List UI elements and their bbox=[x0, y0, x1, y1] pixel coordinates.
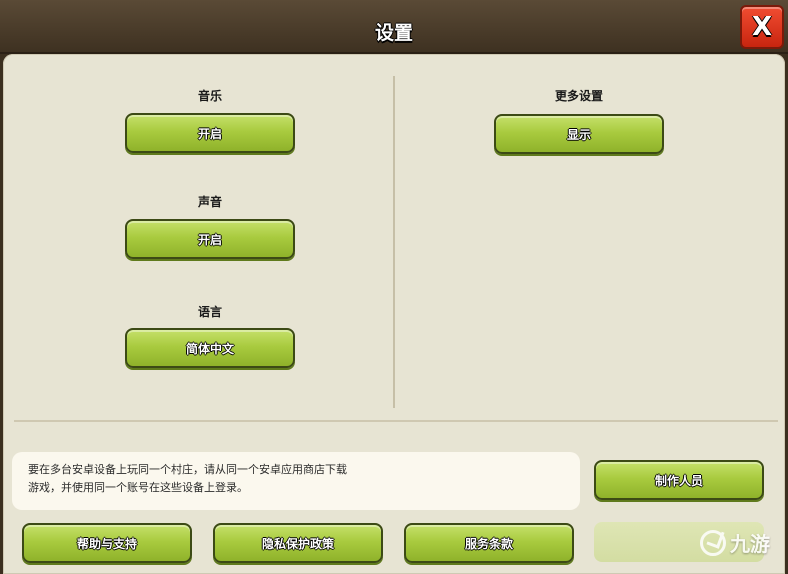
window-title: 设置 bbox=[374, 22, 413, 44]
music-toggle-button[interactable]: 开启 bbox=[125, 113, 295, 153]
watermark-logo: 九游 bbox=[700, 528, 770, 557]
language-select-button[interactable]: 简体中文 bbox=[125, 328, 295, 368]
terms-of-service-button[interactable]: 服务条款 bbox=[404, 523, 574, 563]
info-text-line-1: 要在多台安卓设备上玩同一个村庄，请从同一个安卓应用商店下载 bbox=[28, 463, 347, 476]
sound-label: 声音 bbox=[197, 195, 222, 209]
music-label: 音乐 bbox=[197, 89, 222, 103]
nine-logo-icon bbox=[700, 529, 726, 556]
credits-button[interactable]: 制作人员 bbox=[594, 460, 764, 500]
watermark-text: 九游 bbox=[730, 532, 770, 556]
column-divider bbox=[393, 76, 395, 408]
language-label: 语言 bbox=[197, 305, 222, 319]
title-bar: 设置 X bbox=[0, 0, 788, 54]
close-button[interactable]: X bbox=[740, 5, 784, 49]
info-text-line-2: 游戏，并使用同一个账号在这些设备上登录。 bbox=[28, 481, 248, 494]
multi-device-info: 要在多台安卓设备上玩同一个村庄，请从同一个安卓应用商店下载 游戏，并使用同一个账… bbox=[12, 452, 580, 510]
privacy-policy-button[interactable]: 隐私保护政策 bbox=[213, 523, 383, 563]
sound-toggle-button[interactable]: 开启 bbox=[125, 219, 295, 259]
more-settings-label: 更多设置 bbox=[554, 89, 603, 103]
more-settings-show-button[interactable]: 显示 bbox=[494, 114, 664, 154]
close-icon: X bbox=[751, 12, 773, 42]
help-support-button[interactable]: 帮助与支持 bbox=[22, 523, 192, 563]
section-divider bbox=[14, 420, 778, 422]
